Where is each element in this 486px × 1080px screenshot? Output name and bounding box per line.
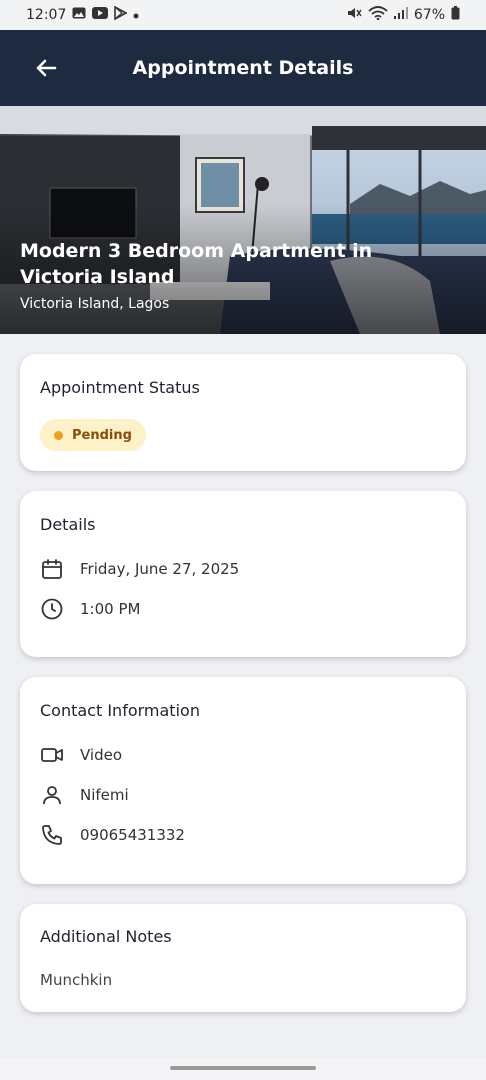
wifi-icon [368,6,388,24]
appointment-status-card: Appointment Status Pending [20,354,466,471]
card-title: Contact Information [40,701,200,720]
status-badge: Pending [40,419,146,451]
gallery-icon [72,7,86,23]
contact-type-row: Video [40,743,122,767]
appointment-time: 1:00 PM [80,600,141,618]
user-icon [40,783,64,807]
notification-dot-icon [133,7,139,23]
contact-type: Video [80,746,123,764]
property-location: Victoria Island, Lagos [20,296,170,312]
property-title: Modern 3 Bedroom Apartment in Victoria I… [20,240,373,288]
battery-percent: 67% [413,7,445,23]
card-title: Additional Notes [40,927,172,946]
details-card: Details Friday, June 27, 2025 1:00 PM [20,491,466,657]
clock-icon [40,597,64,621]
system-navigation-bar [0,1058,486,1080]
property-hero-image: Modern 3 Bedroom Apartment in Victoria I… [0,106,486,334]
signal-icon [393,7,408,23]
phone-icon [40,823,64,847]
contact-information-card: Contact Information Video Nifemi 0906543… [20,677,466,884]
appointment-date: Friday, June 27, 2025 [80,560,240,578]
battery-icon [451,6,460,24]
status-dot-icon [54,430,63,440]
mute-icon [346,6,362,24]
date-row: Friday, June 27, 2025 [40,557,239,581]
youtube-icon [92,7,109,23]
contact-name: Nifemi [80,786,129,804]
calendar-icon [40,557,64,581]
status-badge-label: Pending [72,427,132,443]
card-title: Appointment Status [40,378,200,397]
arrow-left-icon [36,59,57,77]
page-title: Appointment Details [132,57,354,79]
back-button[interactable] [30,52,62,84]
notes-text: Munchkin [40,971,113,989]
contact-name-row: Nifemi [40,783,129,807]
app-bar: Appointment Details [0,30,486,106]
home-gesture-handle[interactable] [170,1066,316,1070]
play-store-icon [114,5,129,24]
additional-notes-card: Additional Notes Munchkin [20,904,466,1012]
time-row: 1:00 PM [40,597,140,621]
status-time: 12:07 [26,7,67,23]
status-bar: 12:07 67% [0,0,486,30]
card-title: Details [40,515,96,534]
contact-phone[interactable]: 09065431332 [80,826,185,844]
video-camera-icon [40,743,64,767]
contact-phone-row[interactable]: 09065431332 [40,823,185,847]
